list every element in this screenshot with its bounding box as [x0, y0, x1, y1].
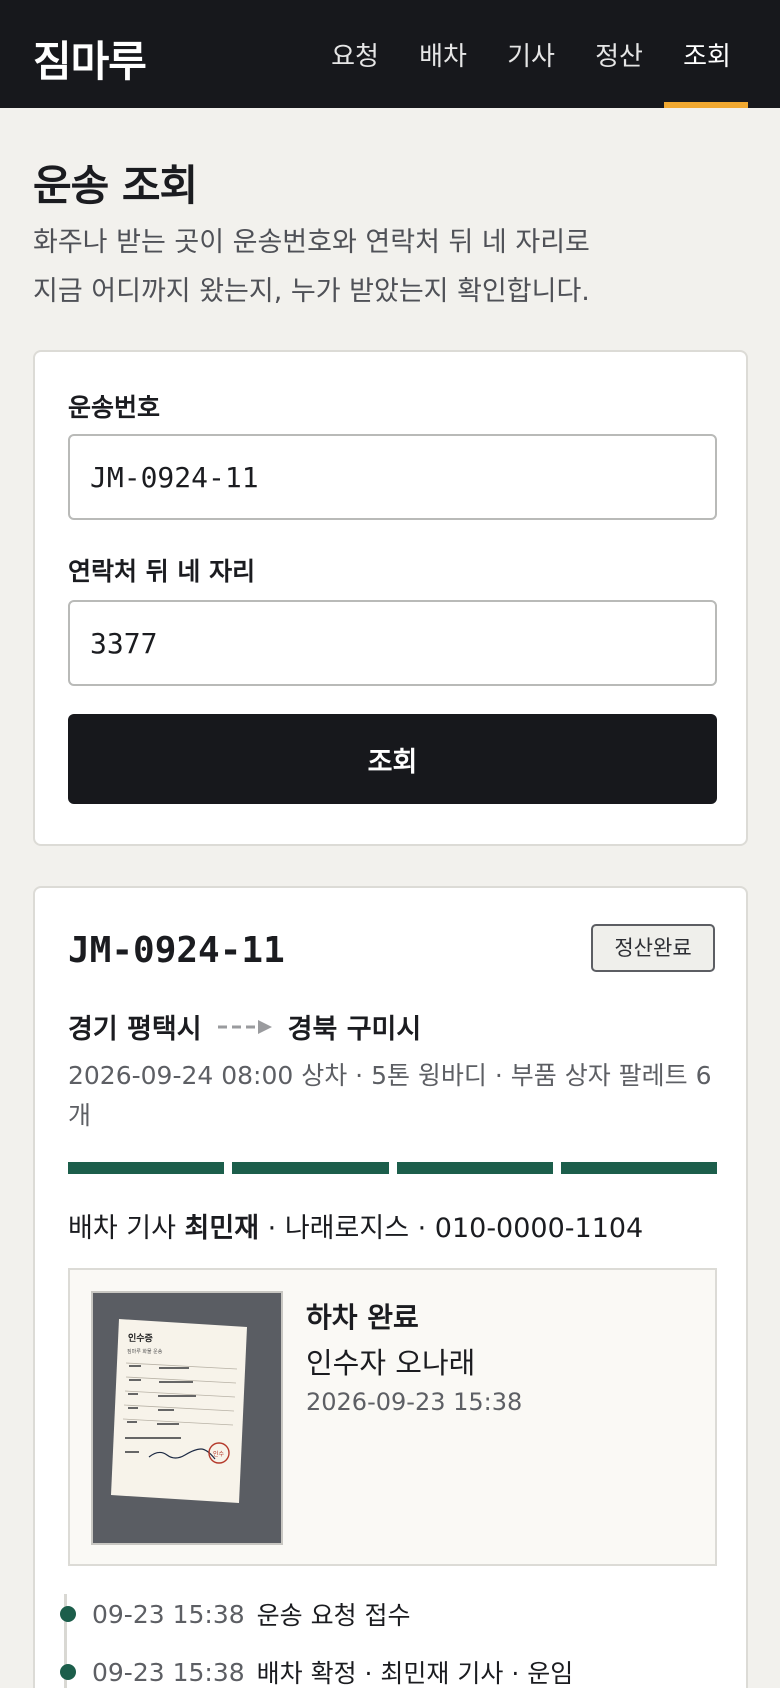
result-tracking-number: JM-0924-11: [68, 930, 285, 971]
receipt-doc-subtitle: 짐마루 화물 운송: [127, 1348, 163, 1355]
page-title: 운송 조회: [33, 161, 198, 210]
timeline-dot-icon: [60, 1606, 76, 1622]
receipt-photo[interactable]: 인수증 짐마루 화물 운송 인수: [91, 1291, 283, 1545]
progress-segment: [68, 1162, 225, 1174]
page-description-line: 화주나 받는 곳이 운송번호와 연락처 뒤 네 자리로: [33, 227, 590, 258]
route-arrow-icon: [217, 1011, 272, 1042]
tracking-number-label: 운송번호: [68, 393, 161, 422]
nav-item-tracking[interactable]: 조회: [672, 36, 742, 108]
top-navigation-bar: 짐마루 요청 배차 기사 정산 조회: [0, 0, 780, 108]
progress-segment: [560, 1162, 717, 1174]
route-destination: 경북 구미시: [287, 1013, 422, 1045]
page-description: 화주나 받는 곳이 운송번호와 연락처 뒤 네 자리로 지금 어디까지 왔는지,…: [33, 218, 733, 316]
phone-last4-input[interactable]: [68, 600, 717, 686]
trip-meta: 2026-09-24 08:00 상차 · 5톤 윙바디 · 부품 상자 팔레트…: [68, 1061, 712, 1130]
proof-of-delivery: 인수증 짐마루 화물 운송 인수 하차 완료 인수자 오나래 2026-09-2…: [68, 1268, 717, 1566]
delivery-time: 2026-09-23 15:38: [306, 1388, 523, 1416]
active-nav-indicator: [664, 102, 748, 108]
delivery-status: 하차 완료: [306, 1301, 419, 1334]
receipt-document-icon: 인수증 짐마루 화물 운송 인수: [111, 1319, 247, 1503]
receipt-stamp: 인수: [213, 1451, 225, 1458]
timeline-text: 배차 확정 · 최민재 기사 · 운임: [256, 1659, 574, 1688]
progress-bar: [68, 1162, 717, 1174]
driver-prefix: 배차 기사: [68, 1213, 176, 1244]
nav-item-settlement[interactable]: 정산: [584, 36, 654, 108]
route: 경기 평택시 경북 구미시: [68, 1006, 421, 1046]
nav-item-dispatch[interactable]: 배차: [408, 36, 478, 108]
progress-segment: [396, 1162, 553, 1174]
timeline-time: 09-23 15:38: [92, 1599, 245, 1629]
brand-logo[interactable]: 짐마루: [33, 28, 147, 89]
timeline-item: 09-23 15:38 운송 요청 접수: [60, 1594, 411, 1634]
status-badge: 정산완료: [591, 924, 715, 972]
search-button[interactable]: 조회: [68, 714, 717, 804]
driver-name: 최민재: [184, 1213, 260, 1244]
nav-item-driver[interactable]: 기사: [496, 36, 566, 108]
progress-segment: [232, 1162, 389, 1174]
driver-details: · 나래로지스 · 010-0000-1104: [267, 1213, 644, 1244]
timeline-time: 09-23 15:38: [92, 1657, 245, 1687]
timeline-text: 운송 요청 접수: [256, 1601, 411, 1630]
nav-item-request[interactable]: 요청: [320, 36, 390, 108]
driver-info: 배차 기사 최민재 · 나래로지스 · 010-0000-1104: [68, 1206, 643, 1245]
route-origin: 경기 평택시: [68, 1013, 202, 1045]
phone-last4-label: 연락처 뒤 네 자리: [68, 557, 256, 586]
receiver-name: 인수자 오나래: [306, 1346, 476, 1380]
tracking-form-card: 운송번호 연락처 뒤 네 자리 조회: [33, 350, 748, 846]
tracking-result-card: JM-0924-11 정산완료 경기 평택시 경북 구미시 2026-09-24…: [33, 886, 748, 1688]
timeline-item: 09-23 15:38 배차 확정 · 최민재 기사 · 운임: [60, 1652, 573, 1688]
page-description-line: 지금 어디까지 왔는지, 누가 받았는지 확인합니다.: [33, 276, 590, 307]
tracking-number-input[interactable]: [68, 434, 717, 520]
receipt-doc-title: 인수증: [128, 1333, 153, 1344]
timeline-dot-icon: [60, 1664, 76, 1680]
